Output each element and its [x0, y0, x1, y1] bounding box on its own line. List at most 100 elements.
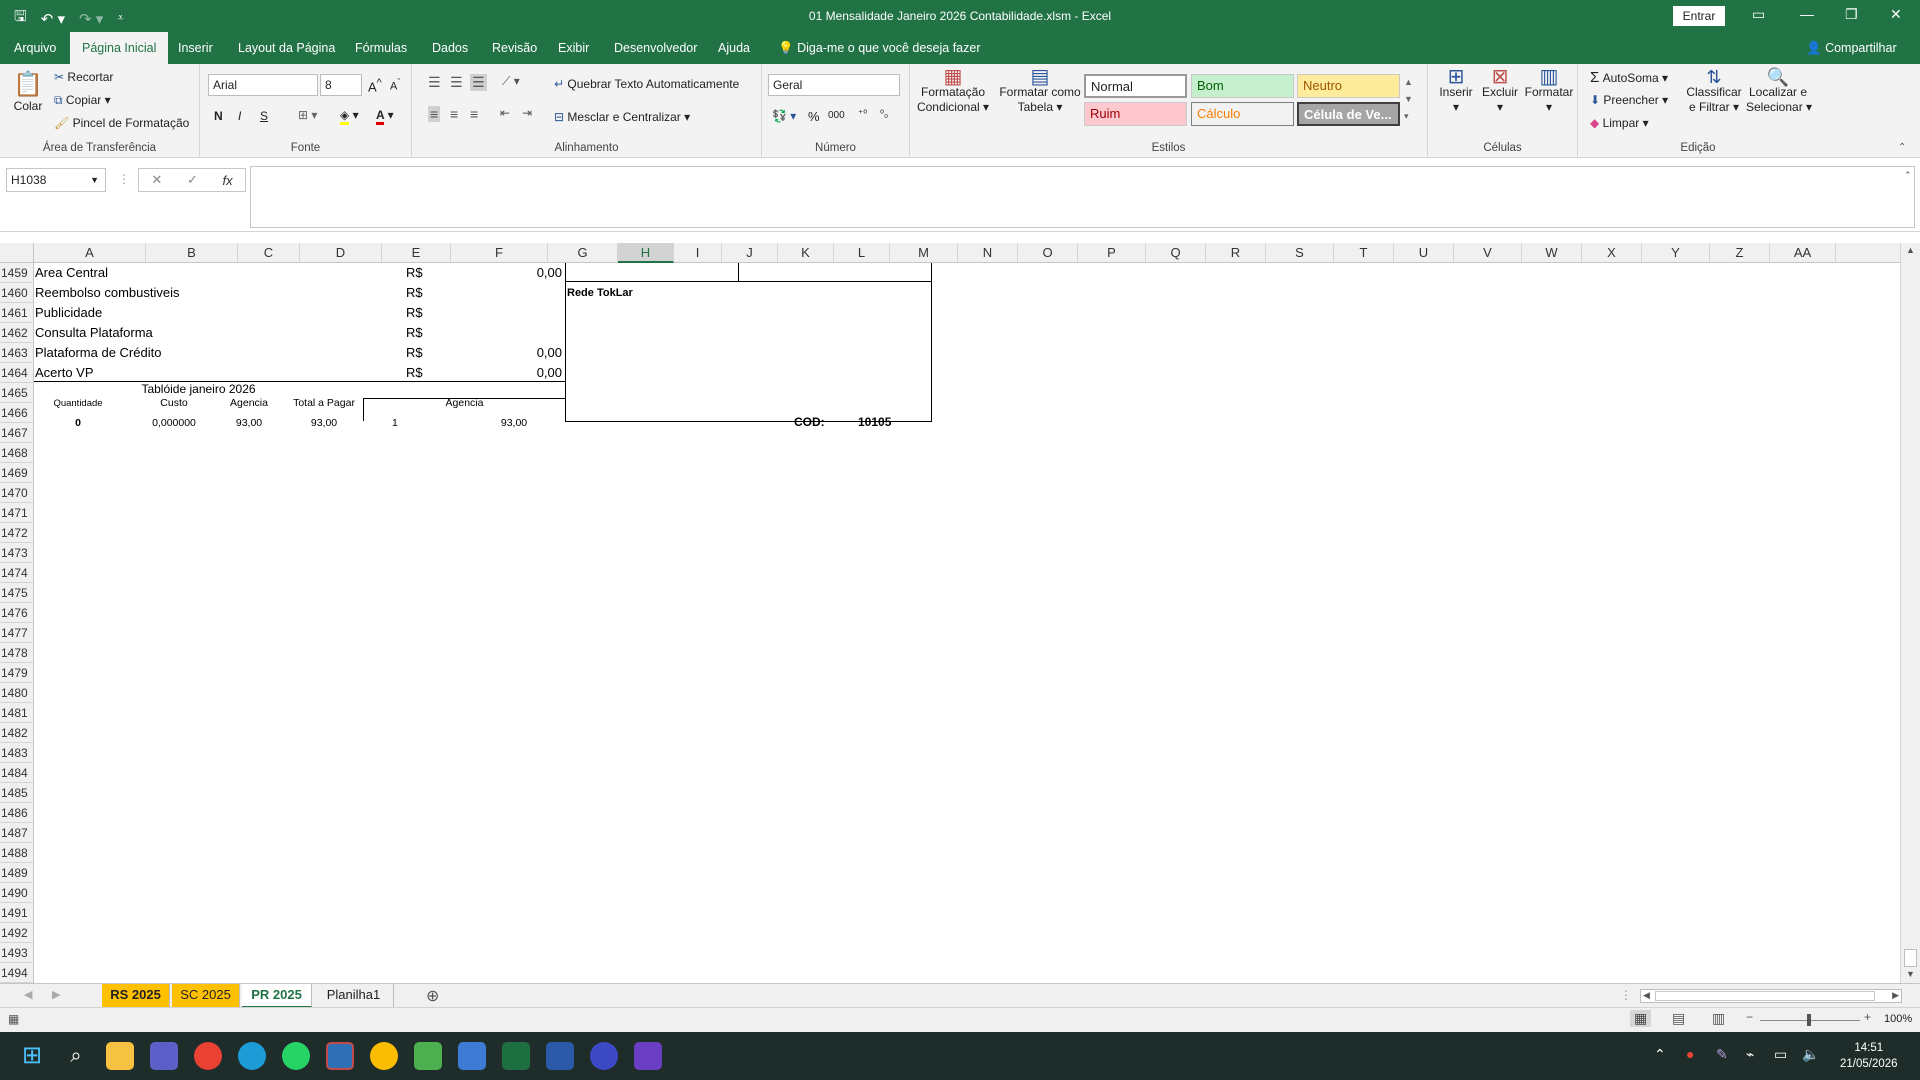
styles-scroll-icon[interactable]: ▲ ▼ ▾: [1404, 74, 1413, 125]
column-header-x[interactable]: X: [1582, 243, 1642, 263]
cell-custo[interactable]: 0,000000: [124, 417, 224, 429]
tab-formulas[interactable]: Fórmulas: [343, 32, 419, 64]
cell-a1462[interactable]: Consulta Plataforma: [35, 325, 153, 340]
cell-a1460[interactable]: Reembolso combustiveis: [35, 285, 180, 300]
row-header-1475[interactable]: 1475: [0, 583, 33, 603]
sheet-tab-rs-2025[interactable]: RS 2025: [102, 984, 170, 1008]
horizontal-scrollbar[interactable]: ◀ ▶: [1640, 989, 1902, 1003]
row-header-1483[interactable]: 1483: [0, 743, 33, 763]
row-header-1492[interactable]: 1492: [0, 923, 33, 943]
orientation-icon[interactable]: ⟋ ▾: [502, 74, 520, 89]
format-painter-button[interactable]: 🖌 Pincel de Formatação: [54, 116, 189, 130]
shrink-font-icon[interactable]: Aˇ: [390, 77, 400, 93]
row-header-1468[interactable]: 1468: [0, 443, 33, 463]
zoom-out-icon[interactable]: −: [1746, 1010, 1753, 1024]
currency-icon[interactable]: 💱 ▾: [772, 109, 796, 123]
align-top-icon[interactable]: ☰: [428, 74, 441, 91]
cell-cod-label[interactable]: COD:: [794, 415, 825, 429]
row-header-1473[interactable]: 1473: [0, 543, 33, 563]
row-header-1464[interactable]: 1464: [0, 363, 33, 383]
column-header-y[interactable]: Y: [1642, 243, 1710, 263]
merge-center-button[interactable]: ⊟ Mesclar e Centralizar ▾: [554, 110, 690, 124]
page-layout-icon[interactable]: ▤: [1672, 1010, 1685, 1027]
column-header-u[interactable]: U: [1394, 243, 1454, 263]
ribbon-display-icon[interactable]: ▭: [1752, 6, 1765, 23]
app-2-icon[interactable]: [590, 1042, 618, 1070]
row-header-1484[interactable]: 1484: [0, 763, 33, 783]
column-header-c[interactable]: C: [238, 243, 300, 263]
row-header-1459[interactable]: 1459: [0, 263, 33, 283]
tell-me-box[interactable]: 💡 Diga-me o que você deseja fazer: [778, 32, 981, 64]
row-header-1494[interactable]: 1494: [0, 963, 33, 983]
column-header-m[interactable]: M: [890, 243, 958, 263]
display-icon[interactable]: ▭: [1774, 1046, 1787, 1063]
row-header-1469[interactable]: 1469: [0, 463, 33, 483]
insert-function-icon[interactable]: fx: [223, 173, 233, 188]
network-icon[interactable]: ⌁: [1746, 1046, 1754, 1063]
row-header-1487[interactable]: 1487: [0, 823, 33, 843]
row-header-1488[interactable]: 1488: [0, 843, 33, 863]
whatsapp-icon[interactable]: [282, 1042, 310, 1070]
grow-font-icon[interactable]: A^: [368, 77, 382, 94]
row-header-1493[interactable]: 1493: [0, 943, 33, 963]
chrome-profile-icon[interactable]: [370, 1042, 398, 1070]
header-agencia-2[interactable]: Agencia: [364, 397, 565, 409]
underline-button[interactable]: S: [260, 109, 268, 123]
row-header-1466[interactable]: 1466: [0, 403, 33, 423]
page-break-icon[interactable]: ▥: [1712, 1010, 1725, 1027]
cut-button[interactable]: ✂ Recortar: [54, 70, 113, 84]
row-header-1467[interactable]: 1467: [0, 423, 33, 443]
search-icon[interactable]: ⌕: [62, 1042, 90, 1070]
row-header-1474[interactable]: 1474: [0, 563, 33, 583]
cell-a1459[interactable]: Area Central: [35, 265, 108, 280]
tab-pagina-inicial[interactable]: Página Inicial: [70, 32, 169, 64]
italic-button[interactable]: I: [238, 109, 241, 123]
tab-splitter-icon[interactable]: ⋮: [1620, 988, 1632, 1002]
copy-button[interactable]: ⧉ Copiar ▾: [54, 93, 111, 108]
delete-cells-button[interactable]: ⊠ Excluir ▾: [1478, 67, 1522, 115]
volume-icon[interactable]: 🔈: [1802, 1046, 1819, 1063]
cell-e1461[interactable]: R$: [406, 305, 423, 320]
cell-e1463[interactable]: R$: [406, 345, 423, 360]
increase-decimal-icon[interactable]: ⁺⁰: [858, 109, 867, 120]
tray-pen-icon[interactable]: ✎: [1716, 1046, 1728, 1063]
remote-desktop-icon[interactable]: [326, 1042, 354, 1070]
column-header-h[interactable]: H: [618, 243, 674, 263]
sheet-tab-planilha1[interactable]: Planilha1: [314, 984, 394, 1008]
column-header-w[interactable]: W: [1522, 243, 1582, 263]
minimize-icon[interactable]: —: [1800, 6, 1814, 22]
cell-e1464[interactable]: R$: [406, 365, 423, 380]
row-header-1482[interactable]: 1482: [0, 723, 33, 743]
align-center-icon[interactable]: ≡: [450, 106, 458, 122]
percent-icon[interactable]: %: [808, 109, 820, 124]
thousands-icon[interactable]: 000: [828, 110, 845, 121]
h-scroll-thumb[interactable]: [1655, 991, 1875, 1001]
column-header-s[interactable]: S: [1266, 243, 1334, 263]
file-explorer-icon[interactable]: [106, 1042, 134, 1070]
tab-arquivo[interactable]: Arquivo: [2, 32, 68, 64]
row-header-1471[interactable]: 1471: [0, 503, 33, 523]
conditional-formatting-button[interactable]: ▦ Formatação Condicional ▾: [914, 67, 992, 115]
cell-rede-toklar[interactable]: Rede TokLar: [567, 287, 633, 299]
add-sheet-icon[interactable]: ⊕: [426, 986, 439, 1006]
decrease-indent-icon[interactable]: ⇤: [500, 106, 510, 120]
collapse-ribbon-icon[interactable]: ⌃: [1898, 142, 1906, 153]
style-ruim[interactable]: Ruim: [1084, 102, 1187, 126]
style-bom[interactable]: Bom: [1191, 74, 1294, 98]
column-header-i[interactable]: I: [674, 243, 722, 263]
cell-e1462[interactable]: R$: [406, 325, 423, 340]
column-header-b[interactable]: B: [146, 243, 238, 263]
scroll-up-icon[interactable]: ▲: [1906, 245, 1915, 255]
header-agencia[interactable]: Agencia: [214, 397, 284, 409]
font-size-dropdown[interactable]: 8: [320, 74, 362, 96]
cell-f1464[interactable]: 0,00: [494, 365, 562, 380]
teams-icon[interactable]: [150, 1042, 178, 1070]
cell-a1461[interactable]: Publicidade: [35, 305, 102, 320]
paste-button[interactable]: 📋 Colar: [10, 70, 46, 113]
cell-total-pagar[interactable]: 93,00: [284, 417, 364, 429]
column-header-e[interactable]: E: [382, 243, 451, 263]
column-header-o[interactable]: O: [1018, 243, 1078, 263]
row-header-1486[interactable]: 1486: [0, 803, 33, 823]
row-header-1465[interactable]: 1465: [0, 383, 33, 403]
share-button[interactable]: 👤 Compartilhar: [1806, 32, 1897, 64]
